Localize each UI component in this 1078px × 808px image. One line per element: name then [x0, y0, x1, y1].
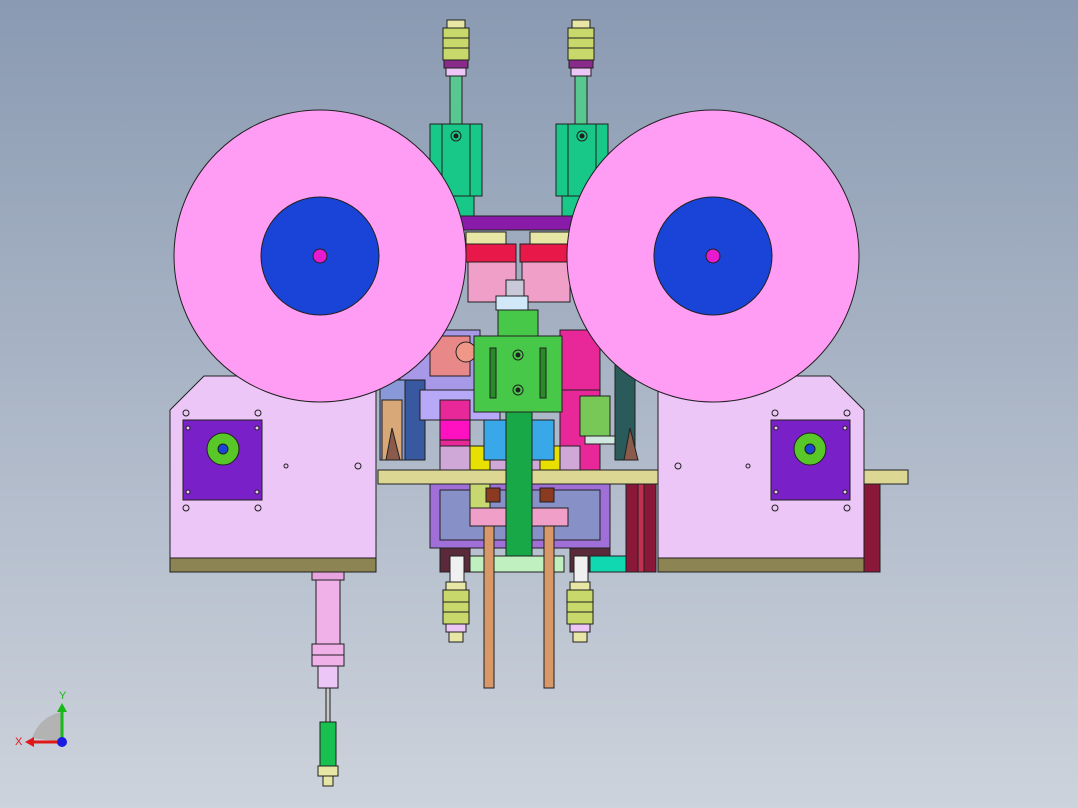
x-axis-label: X [15, 736, 23, 748]
right-housing[interactable] [657, 375, 865, 573]
y-axis-label: Y [59, 690, 67, 702]
right-reel[interactable] [566, 109, 860, 403]
left-housing[interactable] [169, 375, 377, 573]
left-reel[interactable] [173, 109, 467, 403]
z-axis-dot [57, 737, 67, 747]
cad-assembly-view[interactable]: Y X [0, 0, 1078, 808]
cad-viewport[interactable]: Y X [0, 0, 1078, 808]
